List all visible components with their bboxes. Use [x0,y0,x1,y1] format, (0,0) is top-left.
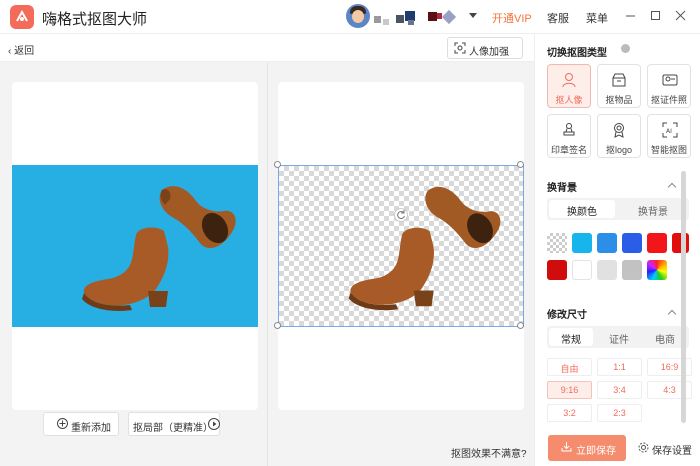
partial-cutout-button[interactable]: 抠局部（更精准） [128,412,220,436]
face-scan-icon [454,42,466,54]
original-photo [12,165,258,327]
settings-panel: 切换抠图类型 抠人像 抠物品 抠证件照 印章签名 抠logo AI 智能抠图 换… [534,34,700,466]
ratio-1-1[interactable]: 1:1 [597,358,642,376]
type-id-photo[interactable]: 抠证件照 [647,64,691,108]
portrait-enhance-button[interactable]: 人像加强 [447,37,523,59]
swatch-red[interactable] [647,233,667,253]
transparent-cutout[interactable] [278,165,524,327]
boot-lower-left [82,227,169,311]
cutout-result-card [278,82,524,410]
preview-canvas: 重新添加 抠局部（更精准） 抠图效果不满意? [0,62,534,466]
tab-regular[interactable]: 常规 [549,328,593,346]
swatch-white[interactable] [572,260,592,280]
tab-id[interactable]: 证件 [597,328,641,346]
resize-handle-tr[interactable] [517,161,524,168]
editor-toolbar: ‹ 返回 人像加强 [0,34,534,62]
badge-icon [614,123,624,138]
readd-button[interactable]: 重新添加 [43,412,119,436]
swatch-blue[interactable] [597,233,617,253]
panel-scrollbar[interactable] [681,171,686,423]
play-circle-icon [208,418,220,430]
resize-handle-br[interactable] [517,322,524,329]
swatch-crimson[interactable] [547,260,567,280]
swatch-light-gray[interactable] [597,260,617,280]
tab-change-color[interactable]: 换颜色 [549,200,615,218]
gear-icon [638,442,649,453]
title-bar: 嗨格式抠图大师 开通VIP 客服 菜单 [0,0,700,34]
unsatisfied-feedback-link[interactable]: 抠图效果不满意? [451,445,527,460]
minimize-icon[interactable] [623,8,639,24]
type-logo[interactable]: 抠logo [597,114,641,158]
collapse-resize-icon[interactable] [667,309,677,319]
ratio-2-3[interactable]: 2:3 [597,404,642,422]
type-smart[interactable]: AI 智能抠图 [647,114,691,158]
person-icon [562,73,576,88]
id-card-icon [662,74,678,86]
help-icon[interactable] [621,44,630,53]
app-logo-icon [10,5,34,29]
close-icon[interactable] [673,8,689,24]
size-tabs: 常规 证件 电商 [547,326,689,348]
app-title: 嗨格式抠图大师 [42,11,148,28]
open-vip-link[interactable]: 开通VIP [492,10,532,26]
swatch-royal-blue[interactable] [622,233,642,253]
type-portrait[interactable]: 抠人像 [547,64,591,108]
type-object[interactable]: 抠物品 [597,64,641,108]
menu-link[interactable]: 菜单 [586,10,608,26]
cutout-type-title: 切换抠图类型 [547,48,607,59]
resize-handle-tl[interactable] [274,161,281,168]
resize-handle-bl[interactable] [274,322,281,329]
tab-change-background[interactable]: 换背景 [619,200,687,218]
ratio-9-16[interactable]: 9:16 [547,381,592,399]
save-settings-button[interactable]: 保存设置 [638,442,692,457]
ratio-3-4[interactable]: 3:4 [597,381,642,399]
swatch-cyan[interactable] [572,233,592,253]
cutout-boot-upper [425,186,501,249]
original-image-card [12,82,258,410]
cutout-boot-lower [348,227,434,311]
back-button[interactable]: ‹ 返回 [8,42,34,57]
username-pixelated [372,8,462,26]
maximize-icon[interactable] [648,8,664,24]
rotate-handle-icon[interactable] [394,208,408,222]
ratio-free[interactable]: 自由 [547,358,592,376]
box-icon [612,73,626,87]
swatch-gray[interactable] [622,260,642,280]
stamp-icon [563,123,575,136]
plus-circle-icon [57,418,68,429]
download-icon [561,442,572,452]
ai-scan-icon: AI [662,122,678,138]
chevron-left-icon: ‹ [8,46,12,57]
save-now-button[interactable]: 立即保存 [548,435,626,461]
user-avatar[interactable] [346,4,370,28]
swatch-transparent[interactable] [547,233,567,253]
customer-service-link[interactable]: 客服 [547,10,569,26]
svg-text:AI: AI [666,128,672,135]
collapse-background-icon[interactable] [667,182,677,192]
type-stamp-signature[interactable]: 印章签名 [547,114,591,158]
ratio-3-2[interactable]: 3:2 [547,404,592,422]
account-dropdown-icon[interactable] [469,13,477,18]
boot-upper-left [159,186,236,249]
resize-title: 修改尺寸 [547,310,587,321]
background-title: 换背景 [547,183,577,194]
background-tabs: 换颜色 换背景 [547,198,689,220]
canvas-divider [267,62,268,466]
swatch-custom-rainbow[interactable] [647,260,667,280]
